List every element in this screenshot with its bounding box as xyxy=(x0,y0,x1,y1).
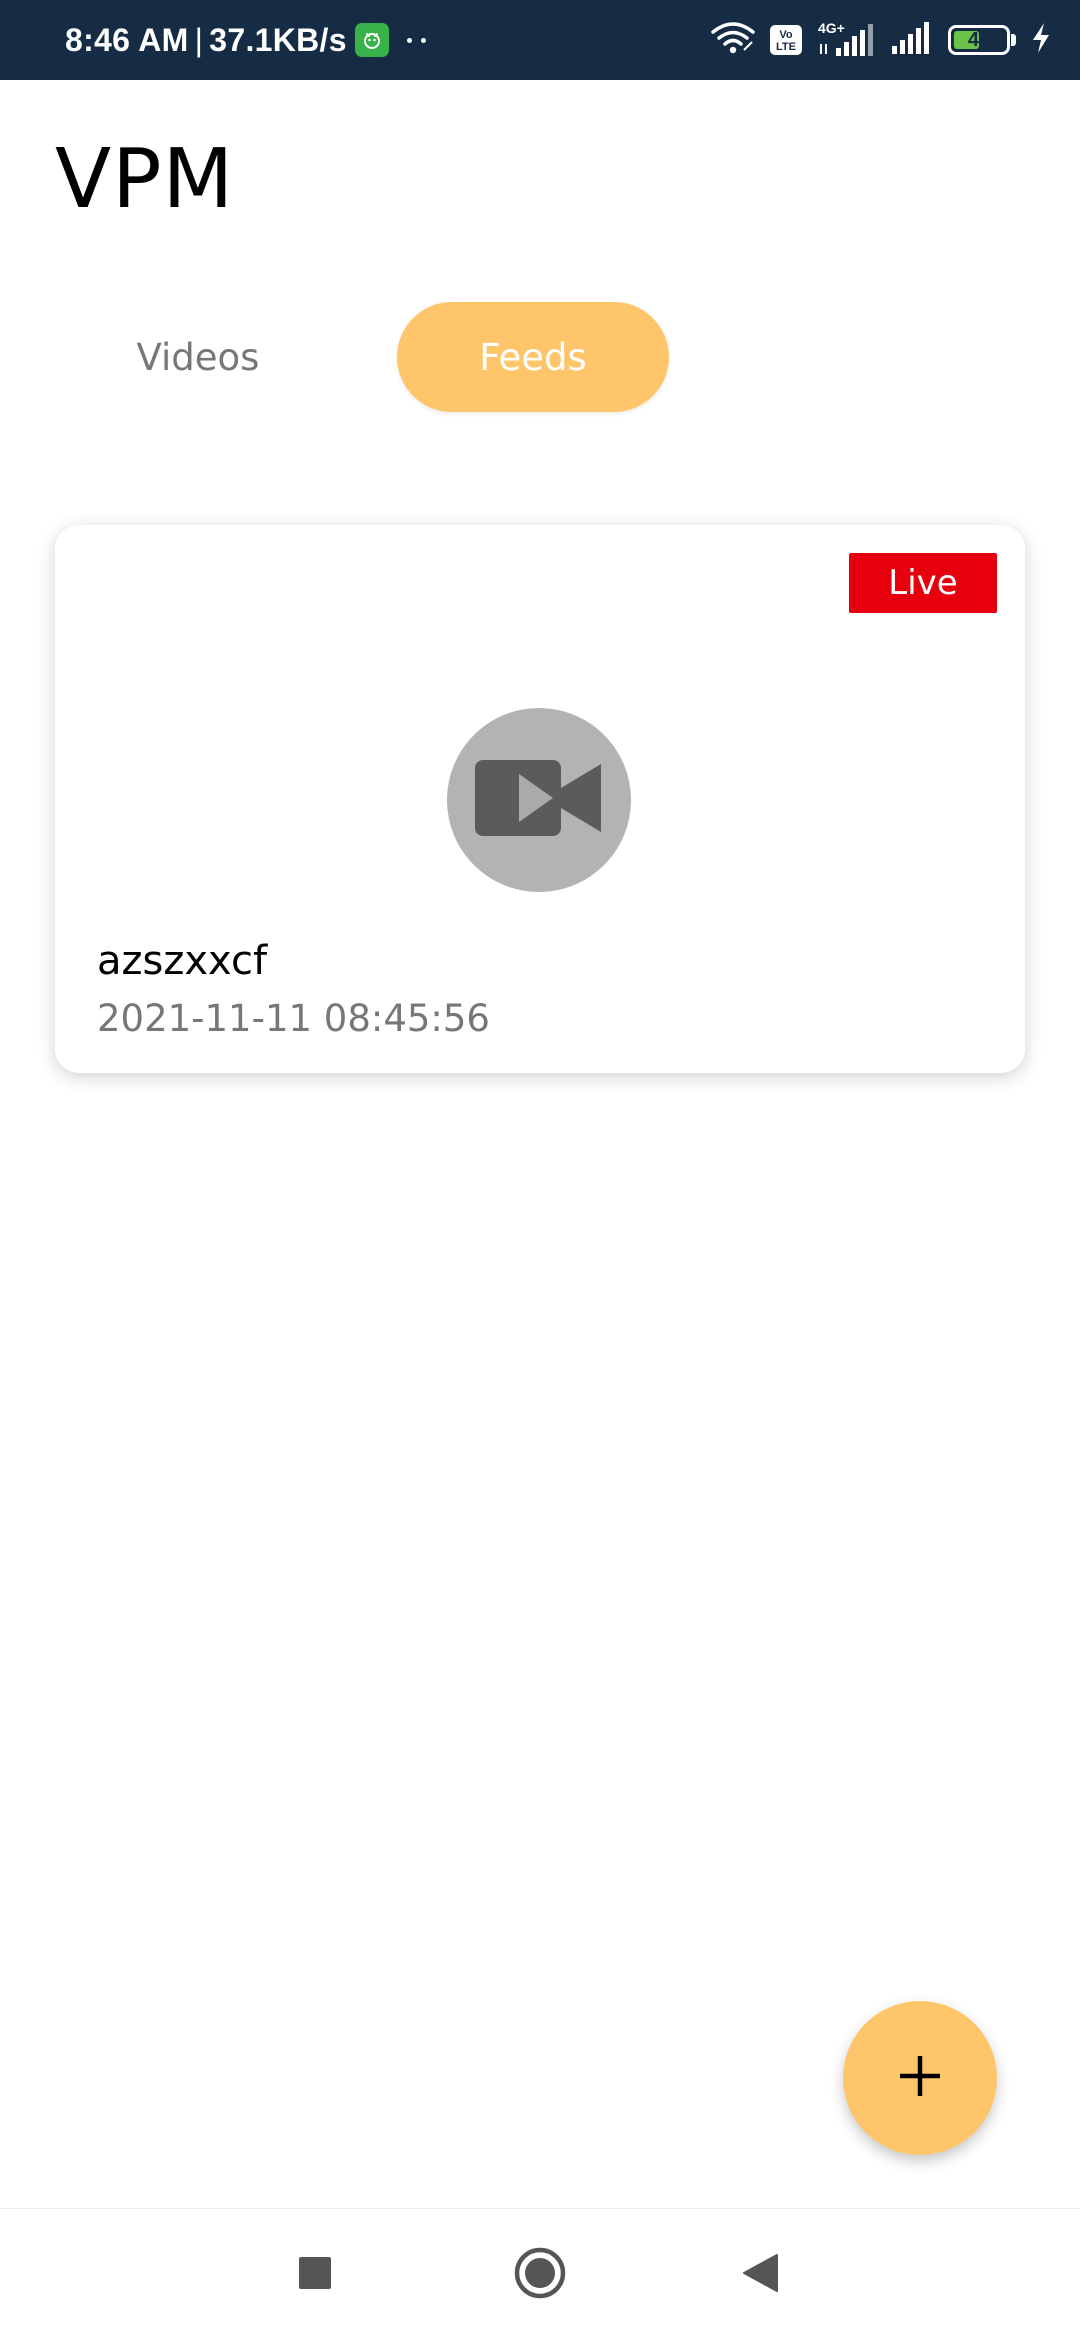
back-triangle-icon xyxy=(741,2253,779,2297)
tab-feeds[interactable]: Feeds xyxy=(397,302,669,412)
feed-name: azszxxcf xyxy=(97,938,268,984)
volte-label-top: Vo xyxy=(779,29,793,41)
battery-body: 49 xyxy=(948,25,1010,55)
video-thumbnail xyxy=(447,708,631,892)
page-title: VPM xyxy=(55,132,235,227)
recents-square-icon xyxy=(298,2256,332,2294)
battery-level: 49 xyxy=(967,28,991,51)
screen: 8:46 AM | 37.1KB/s Vo LTE 4G+ 49 VPM Vid… xyxy=(0,0,1080,2340)
more-dots-icon xyxy=(406,37,426,43)
status-left: 8:46 AM | 37.1KB/s xyxy=(65,0,426,80)
cell-signal-icon: 4G+ xyxy=(816,20,876,58)
status-bar: 8:46 AM | 37.1KB/s Vo LTE 4G+ 49 xyxy=(0,0,1080,80)
live-badge: Live xyxy=(849,553,997,613)
volte-label-bottom: LTE xyxy=(776,41,796,53)
back-button[interactable] xyxy=(700,2209,820,2340)
home-button[interactable] xyxy=(480,2209,600,2340)
home-circle-icon xyxy=(513,2246,567,2304)
notification-app-icon xyxy=(354,23,389,57)
feed-timestamp: 2021-11-11 08:45:56 xyxy=(97,997,490,1040)
navigation-bar xyxy=(0,2208,1080,2340)
cell-signal-icon xyxy=(890,20,934,60)
battery-cap xyxy=(1011,34,1016,46)
network-speed: 37.1KB/s xyxy=(209,21,347,58)
video-camera-icon xyxy=(475,760,603,840)
recents-button[interactable] xyxy=(255,2209,375,2340)
status-right: Vo LTE 4G+ 49 xyxy=(710,0,1052,80)
volte-icon: Vo LTE xyxy=(770,25,802,55)
feed-card[interactable]: Live azszxxcf 2021-11-11 08:45:56 xyxy=(55,525,1025,1073)
tab-videos[interactable]: Videos xyxy=(62,302,334,412)
plus-icon xyxy=(897,2053,943,2103)
battery-icon: 49 xyxy=(948,25,1016,55)
wifi-icon xyxy=(710,20,756,60)
add-feed-button[interactable] xyxy=(843,2001,997,2155)
charging-bolt-icon xyxy=(1030,22,1052,58)
status-separator: | xyxy=(194,21,204,58)
status-time: 8:46 AM xyxy=(65,21,189,58)
